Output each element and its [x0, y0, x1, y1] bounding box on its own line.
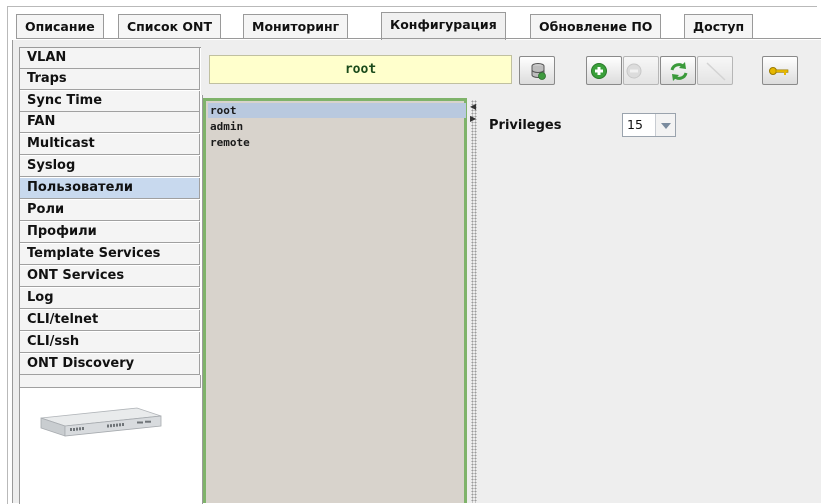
edit-icon	[706, 62, 726, 81]
tab-ont-list[interactable]: Список ONT	[118, 14, 222, 38]
sidebar-item-log[interactable]: Log	[20, 288, 200, 309]
sidebar-item-vlan[interactable]: VLAN	[20, 48, 200, 69]
sidebar-item-roles[interactable]: Роли	[20, 200, 200, 221]
add-user-button[interactable]	[586, 56, 622, 85]
sidebar-item-ont-services[interactable]: ONT Services	[20, 266, 200, 287]
sidebar-item-template-services[interactable]: Template Services	[20, 244, 200, 265]
sidebar-item-traps[interactable]: Traps	[20, 69, 200, 90]
sidebar-item-fan[interactable]: FAN	[20, 112, 200, 133]
sidebar-item-cli-telnet[interactable]: CLI/telnet	[20, 310, 200, 331]
edit-button[interactable]	[697, 56, 733, 85]
list-item[interactable]: root	[208, 103, 466, 118]
collapse-left-icon[interactable]: ◀	[470, 103, 476, 111]
olt-device-image	[40, 407, 162, 437]
user-details-panel	[482, 98, 821, 503]
user-list[interactable]: root admin remote	[203, 98, 467, 503]
sidebar-spacer	[20, 375, 201, 388]
sidebar-item-users[interactable]: Пользователи	[20, 178, 200, 199]
current-name-field[interactable]: root	[209, 55, 512, 84]
splitter-grip	[471, 100, 477, 503]
key-icon	[769, 67, 789, 75]
privileges-label: Privileges	[489, 118, 562, 133]
database-icon	[531, 63, 546, 80]
remove-icon	[626, 63, 642, 79]
remove-user-button[interactable]	[623, 56, 659, 85]
password-button[interactable]	[762, 56, 798, 85]
tab-divider	[16, 38, 821, 39]
add-icon	[591, 63, 607, 79]
tab-description[interactable]: Описание	[16, 14, 104, 38]
refresh-button[interactable]	[660, 56, 696, 85]
split-pane-divider[interactable]: ◀ ▶	[467, 98, 482, 503]
sidebar-item-profiles[interactable]: Профили	[20, 222, 200, 243]
sidebar-item-ont-discovery[interactable]: ONT Discovery	[20, 354, 200, 375]
sidebar-item-cli-ssh[interactable]: CLI/ssh	[20, 332, 200, 353]
sidebar-item-syslog[interactable]: Syslog	[20, 156, 200, 177]
list-item[interactable]: admin	[208, 119, 466, 134]
privileges-value: 15	[627, 117, 643, 132]
tab-configuration[interactable]: Конфигурация	[381, 12, 506, 40]
chevron-down-icon[interactable]	[655, 114, 675, 136]
collapse-right-icon[interactable]: ▶	[470, 115, 476, 123]
tab-access[interactable]: Доступ	[684, 14, 754, 38]
list-item[interactable]: remote	[208, 135, 466, 150]
privileges-select[interactable]: 15	[622, 113, 676, 137]
tab-monitoring[interactable]: Мониторинг	[243, 14, 349, 38]
sidebar-item-sync-time[interactable]: Sync Time	[20, 91, 200, 112]
refresh-icon	[670, 62, 688, 81]
save-to-device-button[interactable]	[519, 56, 555, 85]
tab-firmware-update[interactable]: Обновление ПО	[530, 14, 662, 38]
sidebar-item-multicast[interactable]: Multicast	[20, 134, 200, 155]
